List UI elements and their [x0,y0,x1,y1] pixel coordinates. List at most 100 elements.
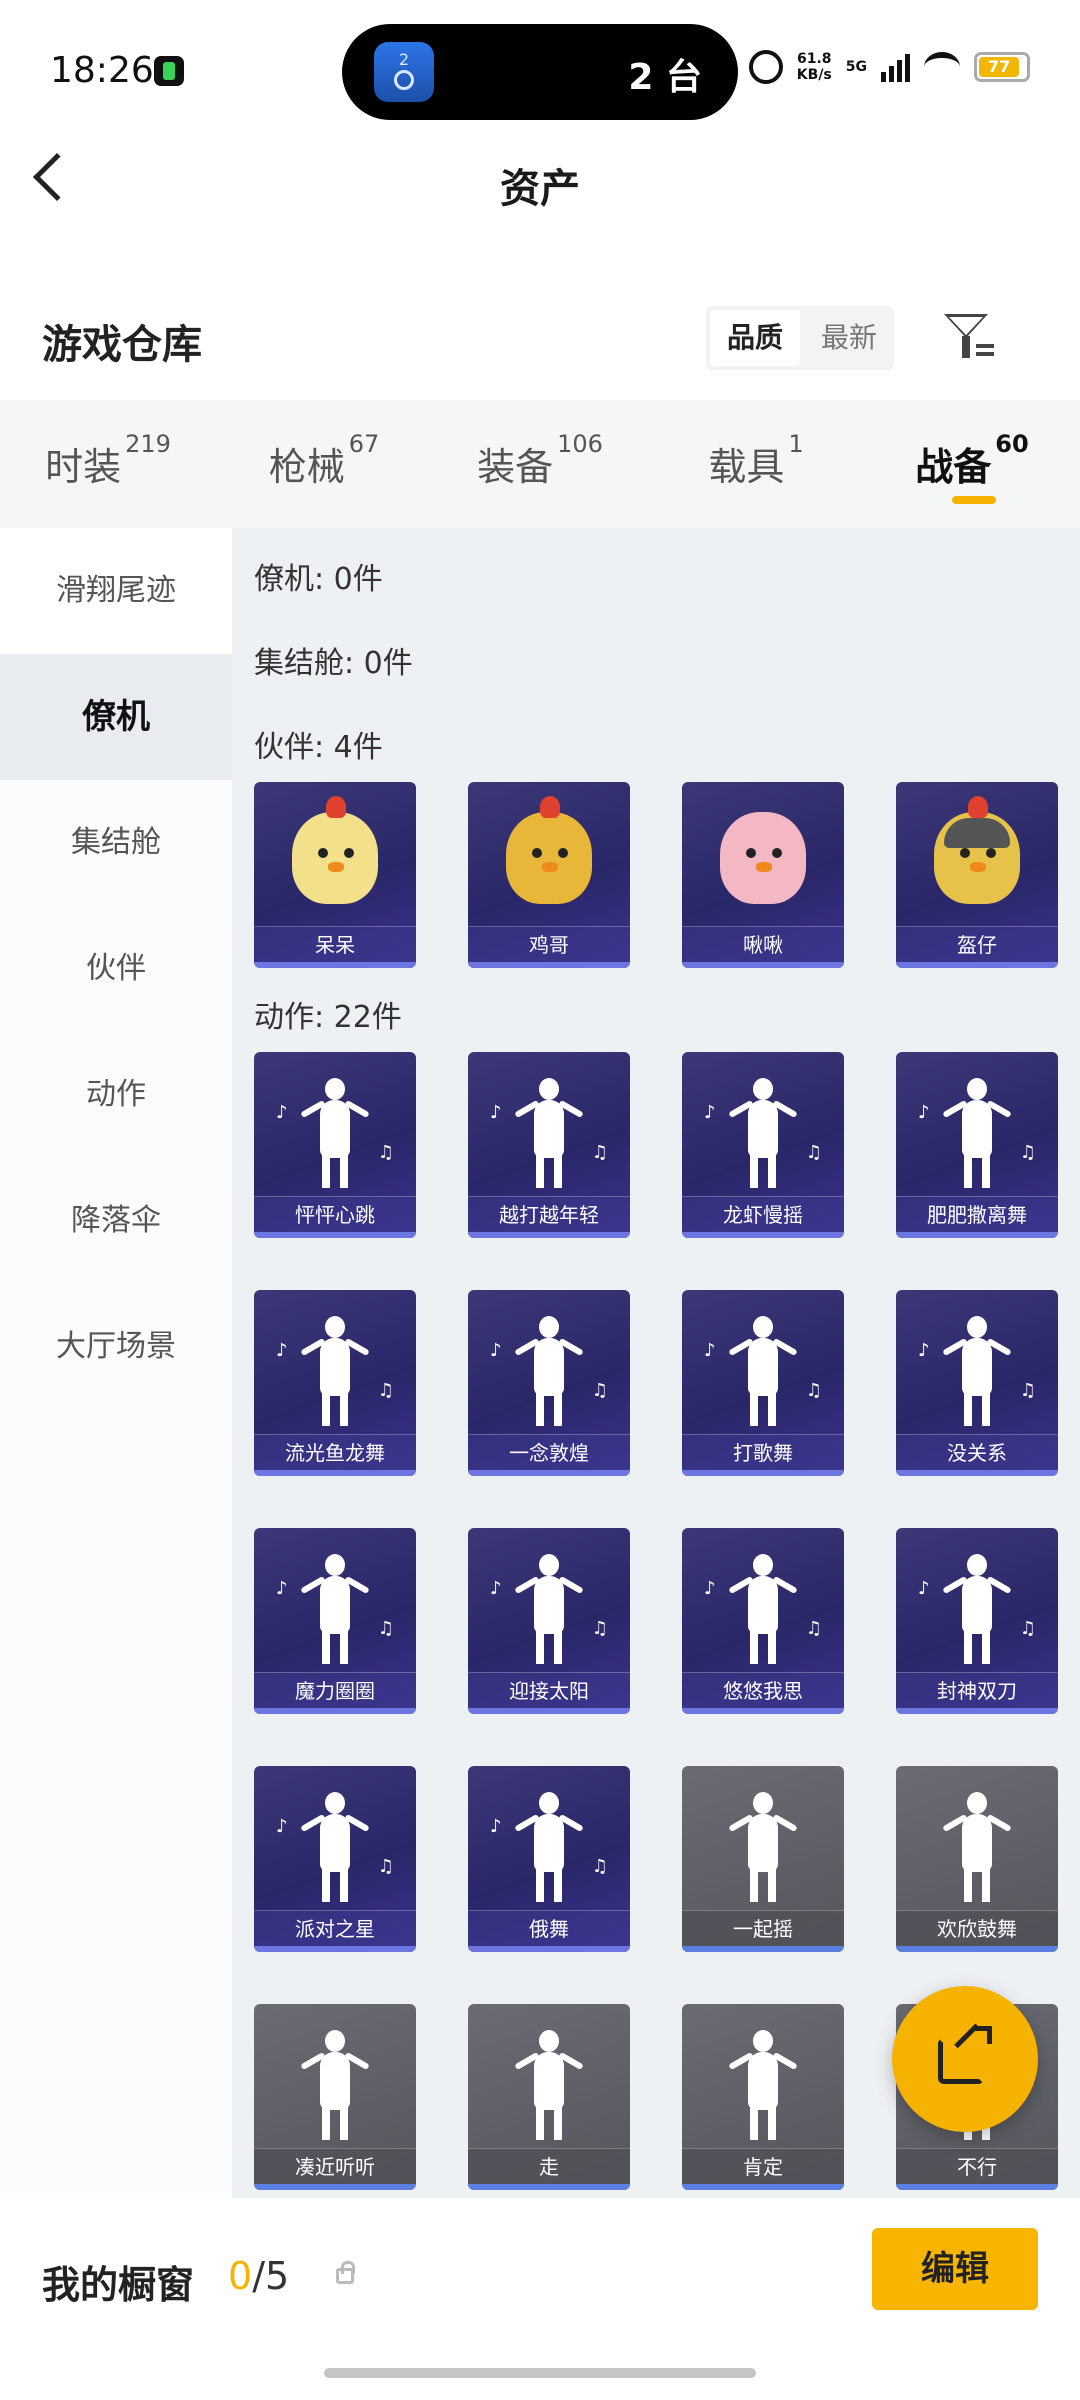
sidebar: 滑翔尾迹 僚机 集结舱 伙伴 动作 降落伞 大厅场景 [0,528,232,2198]
dancer-icon [514,2030,584,2140]
emote-card[interactable]: 肯定 [682,2004,844,2190]
partner-card[interactable]: 呆呆 [254,782,416,968]
dancer-icon [942,1078,1012,1188]
dancer-icon [514,1078,584,1188]
emote-card[interactable]: ♪ ♫ 流光鱼龙舞 [254,1290,416,1476]
item-label: 不行 [896,2148,1058,2184]
dancer-icon [300,1792,370,1902]
sidebar-item-capsule[interactable]: 集结舱 [0,780,232,906]
item-label: 凑近听听 [254,2148,416,2184]
battery-icon: 77 [974,52,1030,82]
status-icons: 61.8 KB/s 5G 77 [748,50,1030,84]
dancer-icon [728,1554,798,1664]
sidebar-item-parachute[interactable]: 降落伞 [0,1158,232,1284]
network-speed: 61.8 KB/s [796,51,832,83]
item-label: 呆呆 [254,926,416,962]
item-label: 怦怦心跳 [254,1196,416,1232]
item-label: 啾啾 [682,926,844,962]
filter-icon[interactable] [944,314,994,362]
item-label: 肥肥撒离舞 [896,1196,1058,1232]
section-partner-heading: 伙伴: 4件 [254,730,383,765]
category-tabs: 时装219 枪械67 装备106 载具1 战备60 [0,400,1080,528]
partner-card[interactable]: 鸡哥 [468,782,630,968]
item-label: 流光鱼龙舞 [254,1434,416,1470]
emote-card[interactable]: ♪ ♫ 俄舞 [468,1766,630,1952]
emote-card[interactable]: ♪ ♫ 打歌舞 [682,1290,844,1476]
tab-battle-prep[interactable]: 战备60 [864,400,1080,528]
sort-newest-button[interactable]: 最新 [804,306,894,370]
showcase-bar: 我的橱窗 0/5 编辑 [0,2198,1080,2400]
status-time: 18:26 [50,50,154,91]
page-title: 资产 [500,166,580,212]
emote-card[interactable]: ♪ ♫ 怦怦心跳 [254,1052,416,1238]
partner-card[interactable]: 啾啾 [682,782,844,968]
tab-guns[interactable]: 枪械67 [216,400,432,528]
dancer-icon [728,1792,798,1902]
item-label: 魔力圈圈 [254,1672,416,1708]
section-capsule-heading: 集结舱: 0件 [254,646,413,681]
item-label: 打歌舞 [682,1434,844,1470]
dancer-icon [942,1792,1012,1902]
item-label: 迎接太阳 [468,1672,630,1708]
item-label: 一念敦煌 [468,1434,630,1470]
dancer-icon [300,2030,370,2140]
emote-card[interactable]: ♪ ♫ 肥肥撒离舞 [896,1052,1058,1238]
broadcast-badge: 2 [398,50,410,69]
emote-card[interactable]: ♪ ♫ 悠悠我思 [682,1528,844,1714]
item-label: 悠悠我思 [682,1672,844,1708]
emote-card[interactable]: ♪ ♫ 封神双刀 [896,1528,1058,1714]
sidebar-item-wingman[interactable]: 僚机 [0,654,232,780]
showcase-count: 0/5 [228,2254,290,2298]
emote-card[interactable]: ♪ ♫ 没关系 [896,1290,1058,1476]
item-label: 派对之星 [254,1910,416,1946]
item-label: 封神双刀 [896,1672,1058,1708]
sidebar-item-glide-trail[interactable]: 滑翔尾迹 [0,528,232,654]
dynamic-island[interactable]: 2 2 台 [342,24,738,120]
emote-card[interactable]: ♪ ♫ 派对之星 [254,1766,416,1952]
emote-card[interactable]: ♪ ♫ 龙虾慢摇 [682,1052,844,1238]
home-indicator[interactable] [324,2368,756,2378]
edit-button[interactable]: 编辑 [872,2228,1038,2310]
tab-underline [952,496,996,504]
tab-vehicles[interactable]: 载具1 [648,400,864,528]
dancer-icon [728,1316,798,1426]
partner-card[interactable]: 盔仔 [896,782,1058,968]
emote-card[interactable]: ♪ ♫ 迎接太阳 [468,1528,630,1714]
battery-level: 77 [979,57,1019,77]
section-wingman-heading: 僚机: 0件 [254,562,383,597]
item-label: 欢欣鼓舞 [896,1910,1058,1946]
item-grid-panel: 僚机: 0件 集结舱: 0件 伙伴: 4件 呆呆 鸡哥 啾啾 盔仔 动作: 22… [232,528,1080,2198]
chick-icon [292,796,378,904]
dancer-icon [300,1078,370,1188]
showcase-title: 我的橱窗 [42,2263,195,2307]
item-label: 盔仔 [896,926,1058,962]
sort-quality-button[interactable]: 品质 [710,310,800,366]
emote-card[interactable]: ♪ ♫ 一念敦煌 [468,1290,630,1476]
tab-fashion[interactable]: 时装219 [0,400,216,528]
item-label: 鸡哥 [468,926,630,962]
dancer-icon [300,1316,370,1426]
broadcast-icon: 2 [374,42,434,102]
item-label: 越打越年轻 [468,1196,630,1232]
sidebar-item-emote[interactable]: 动作 [0,1032,232,1158]
dancer-icon [728,1078,798,1188]
item-label: 俄舞 [468,1910,630,1946]
section-emote-heading: 动作: 22件 [254,1000,402,1035]
island-text: 2 台 [628,57,702,98]
emote-card[interactable]: ♪ ♫ 魔力圈圈 [254,1528,416,1714]
emote-card[interactable]: ♪ ♫ 越打越年轻 [468,1052,630,1238]
share-button[interactable] [892,1986,1038,2132]
item-label: 龙虾慢摇 [682,1196,844,1232]
dancer-icon [514,1316,584,1426]
emote-card[interactable]: 走 [468,2004,630,2190]
emote-card[interactable]: 凑近听听 [254,2004,416,2190]
sidebar-item-lobby-scene[interactable]: 大厅场景 [0,1284,232,1410]
emote-card[interactable]: 欢欣鼓舞 [896,1766,1058,1952]
dancer-icon [514,1792,584,1902]
dancer-icon [942,1316,1012,1426]
sidebar-item-partner[interactable]: 伙伴 [0,906,232,1032]
warehouse-title: 游戏仓库 [42,322,202,368]
tab-equipment[interactable]: 装备106 [432,400,648,528]
emote-card[interactable]: 一起摇 [682,1766,844,1952]
dancer-icon [728,2030,798,2140]
